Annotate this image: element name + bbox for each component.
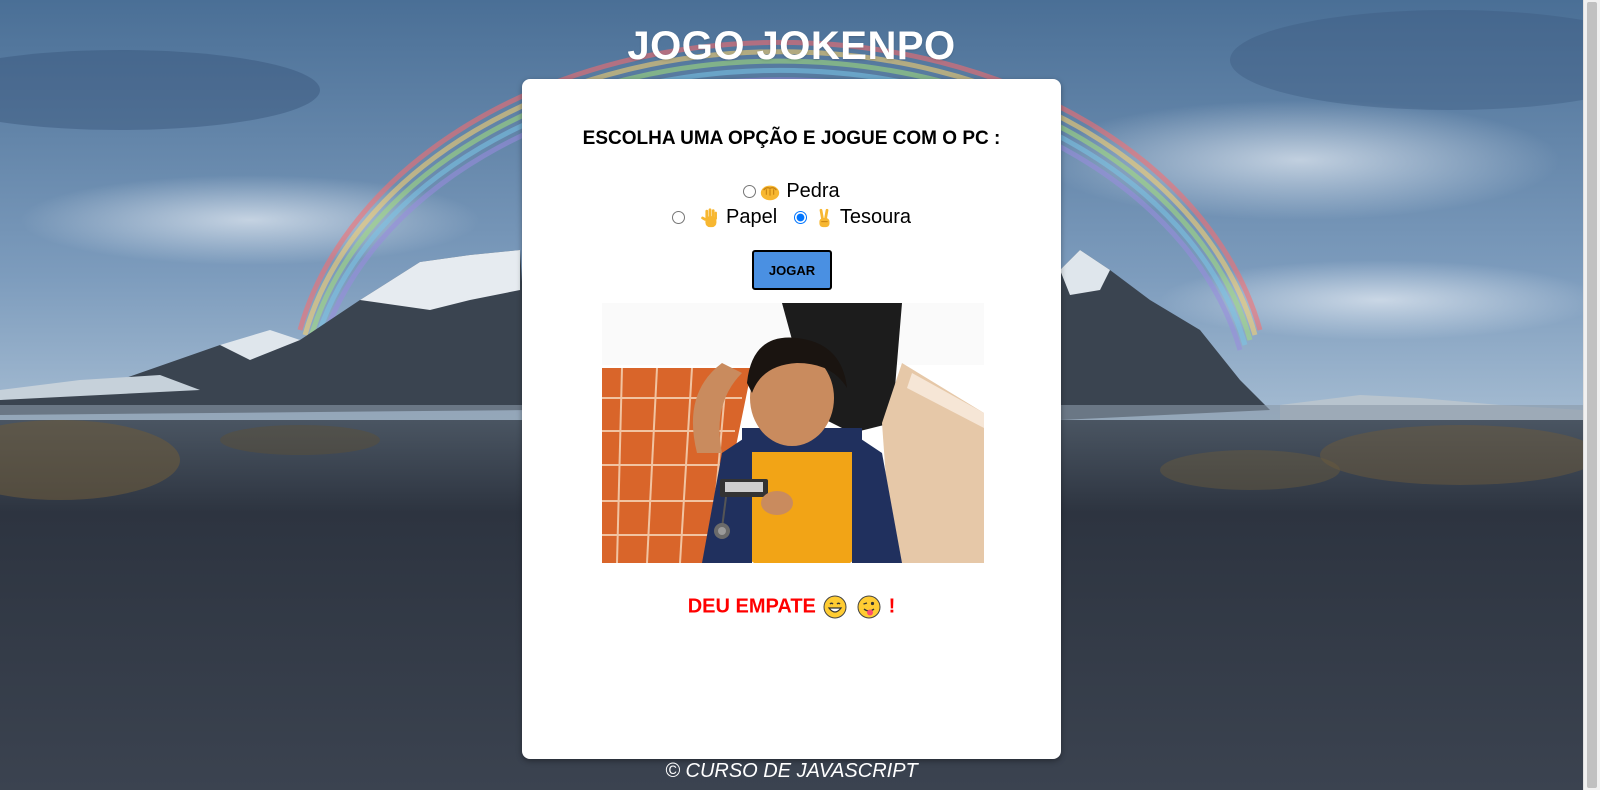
radio-papel[interactable] — [672, 211, 685, 224]
scrollbar-thumb[interactable] — [1587, 2, 1597, 788]
instruction-text: ESCOLHA UMA OPÇÃO E JOGUE COM O PC : — [582, 128, 1001, 149]
page-title: JOGO JOKENPO — [627, 24, 956, 68]
choice-row-1: Pedra — [522, 180, 1061, 204]
result-suffix: ! — [888, 595, 896, 618]
option-label-tesoura: Tesoura — [839, 206, 911, 228]
fist-icon — [761, 185, 780, 200]
result-message: DEU EMPATE — [687, 595, 816, 618]
option-pedra[interactable]: Pedra — [743, 180, 840, 203]
page-scrollbar[interactable] — [1583, 0, 1600, 790]
game-card: ESCOLHA UMA OPÇÃO E JOGUE COM O PC : Ped… — [522, 79, 1061, 759]
grinning-face-icon — [823, 595, 847, 619]
option-label-pedra: Pedra — [786, 180, 840, 202]
choice-row-2: Papel Tesoura — [522, 206, 1061, 230]
radio-tesoura[interactable] — [793, 211, 807, 224]
option-label-papel: Papel — [726, 206, 778, 228]
play-button[interactable]: JOGAR — [752, 250, 832, 290]
raised-hand-icon — [701, 207, 717, 227]
option-papel[interactable]: Papel — [672, 206, 777, 229]
victory-hand-icon — [819, 208, 830, 227]
result-photo — [602, 303, 984, 563]
result-text: DEU EMPATE ! — [522, 595, 1061, 619]
option-tesoura[interactable]: Tesoura — [793, 206, 911, 229]
footer-credit: © CURSO DE JAVASCRIPT — [665, 760, 918, 782]
radio-pedra[interactable] — [743, 185, 757, 198]
tongue-face-icon — [857, 595, 881, 619]
